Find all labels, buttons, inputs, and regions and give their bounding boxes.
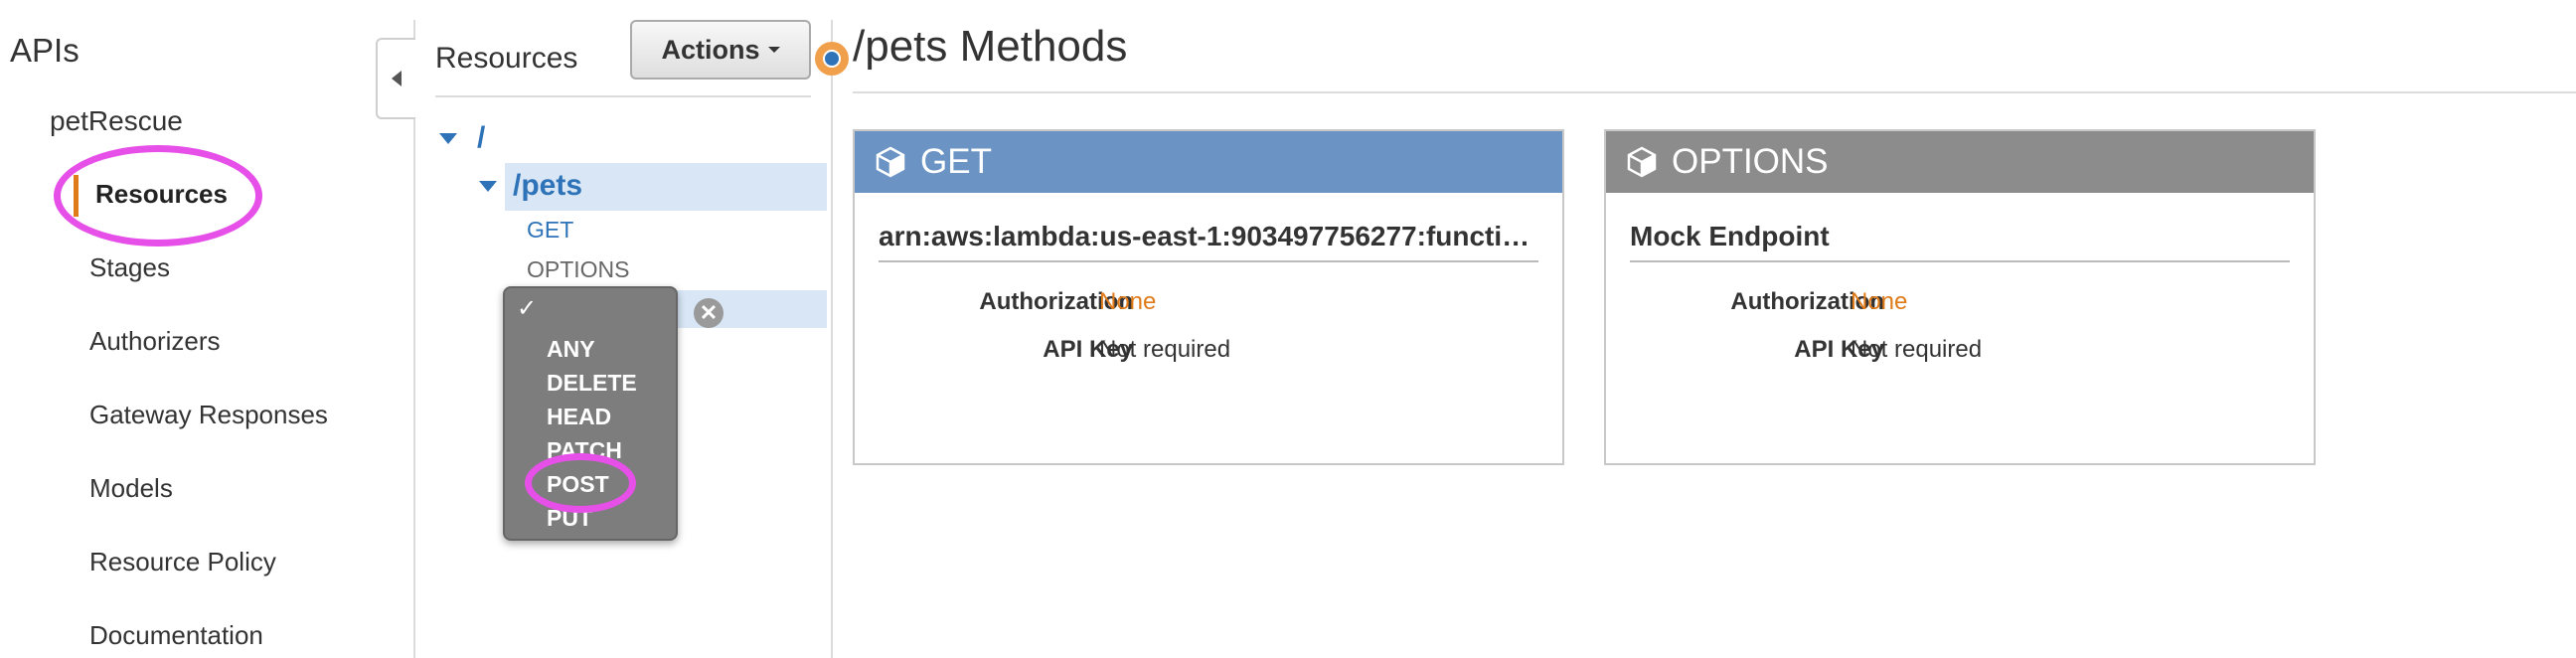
expand-root-icon[interactable]: [439, 133, 457, 144]
integration-endpoint-options[interactable]: Mock Endpoint: [1630, 221, 2290, 262]
actions-dropdown-button[interactable]: Actions: [630, 20, 811, 80]
page-title: /pets Methods: [853, 22, 1128, 71]
method-card-get[interactable]: GET arn:aws:lambda:us-east-1:90349775627…: [853, 129, 1564, 465]
api-key-value: Not required: [1851, 336, 1983, 363]
method-card-options[interactable]: OPTIONS Mock Endpoint Authorization None…: [1604, 129, 2316, 465]
checkmark-icon: ✓: [517, 295, 538, 322]
api-name-petrescue[interactable]: petRescue: [50, 105, 183, 137]
method-option-any[interactable]: ANY: [547, 336, 595, 363]
resources-header-divider: [435, 95, 811, 97]
cancel-icon[interactable]: ✕: [694, 298, 724, 328]
resources-panel-title: Resources: [435, 42, 578, 75]
integration-endpoint-get[interactable]: arn:aws:lambda:us-east-1:903497756277:fu…: [879, 221, 1538, 262]
expand-pets-icon[interactable]: [479, 181, 497, 192]
api-key-value: Not required: [1099, 336, 1231, 363]
cube-icon: [876, 146, 905, 178]
cube-icon: [1627, 146, 1657, 178]
sidebar-item-authorizers[interactable]: Authorizers: [89, 326, 221, 357]
authorization-value-link[interactable]: None: [1099, 288, 1156, 316]
sidebar-item-stages[interactable]: Stages: [89, 252, 170, 283]
collapse-sidebar-button[interactable]: [376, 38, 415, 119]
highlight-ring-resources: [54, 145, 262, 247]
sidebar-item-gateway-responses[interactable]: Gateway Responses: [89, 400, 328, 430]
sidebar-item-models[interactable]: Models: [89, 473, 173, 504]
tree-method-options[interactable]: OPTIONS: [527, 256, 630, 283]
card-header-options[interactable]: OPTIONS: [1606, 131, 2314, 193]
method-option-delete[interactable]: DELETE: [547, 370, 637, 397]
card-method-get: GET: [920, 142, 992, 181]
title-divider: [853, 91, 2576, 93]
card-method-options: OPTIONS: [1672, 142, 1829, 181]
sidebar-item-documentation[interactable]: Documentation: [89, 620, 263, 651]
highlight-ring-post: [525, 453, 636, 513]
tree-method-get[interactable]: GET: [527, 217, 573, 244]
method-option-head[interactable]: HEAD: [547, 404, 611, 430]
card-header-get[interactable]: GET: [855, 131, 1562, 193]
chevron-left-icon: [392, 71, 402, 86]
apis-title[interactable]: APIs: [10, 32, 80, 70]
tree-item-pets[interactable]: /pets: [513, 169, 582, 203]
resize-handle-icon[interactable]: [815, 42, 849, 76]
panel-divider: [831, 20, 833, 658]
actions-label: Actions: [661, 34, 760, 65]
tree-item-root[interactable]: /: [477, 121, 485, 155]
sidebar-item-resource-policy[interactable]: Resource Policy: [89, 547, 276, 577]
authorization-value-link[interactable]: None: [1851, 288, 1907, 316]
caret-down-icon: [767, 47, 780, 53]
